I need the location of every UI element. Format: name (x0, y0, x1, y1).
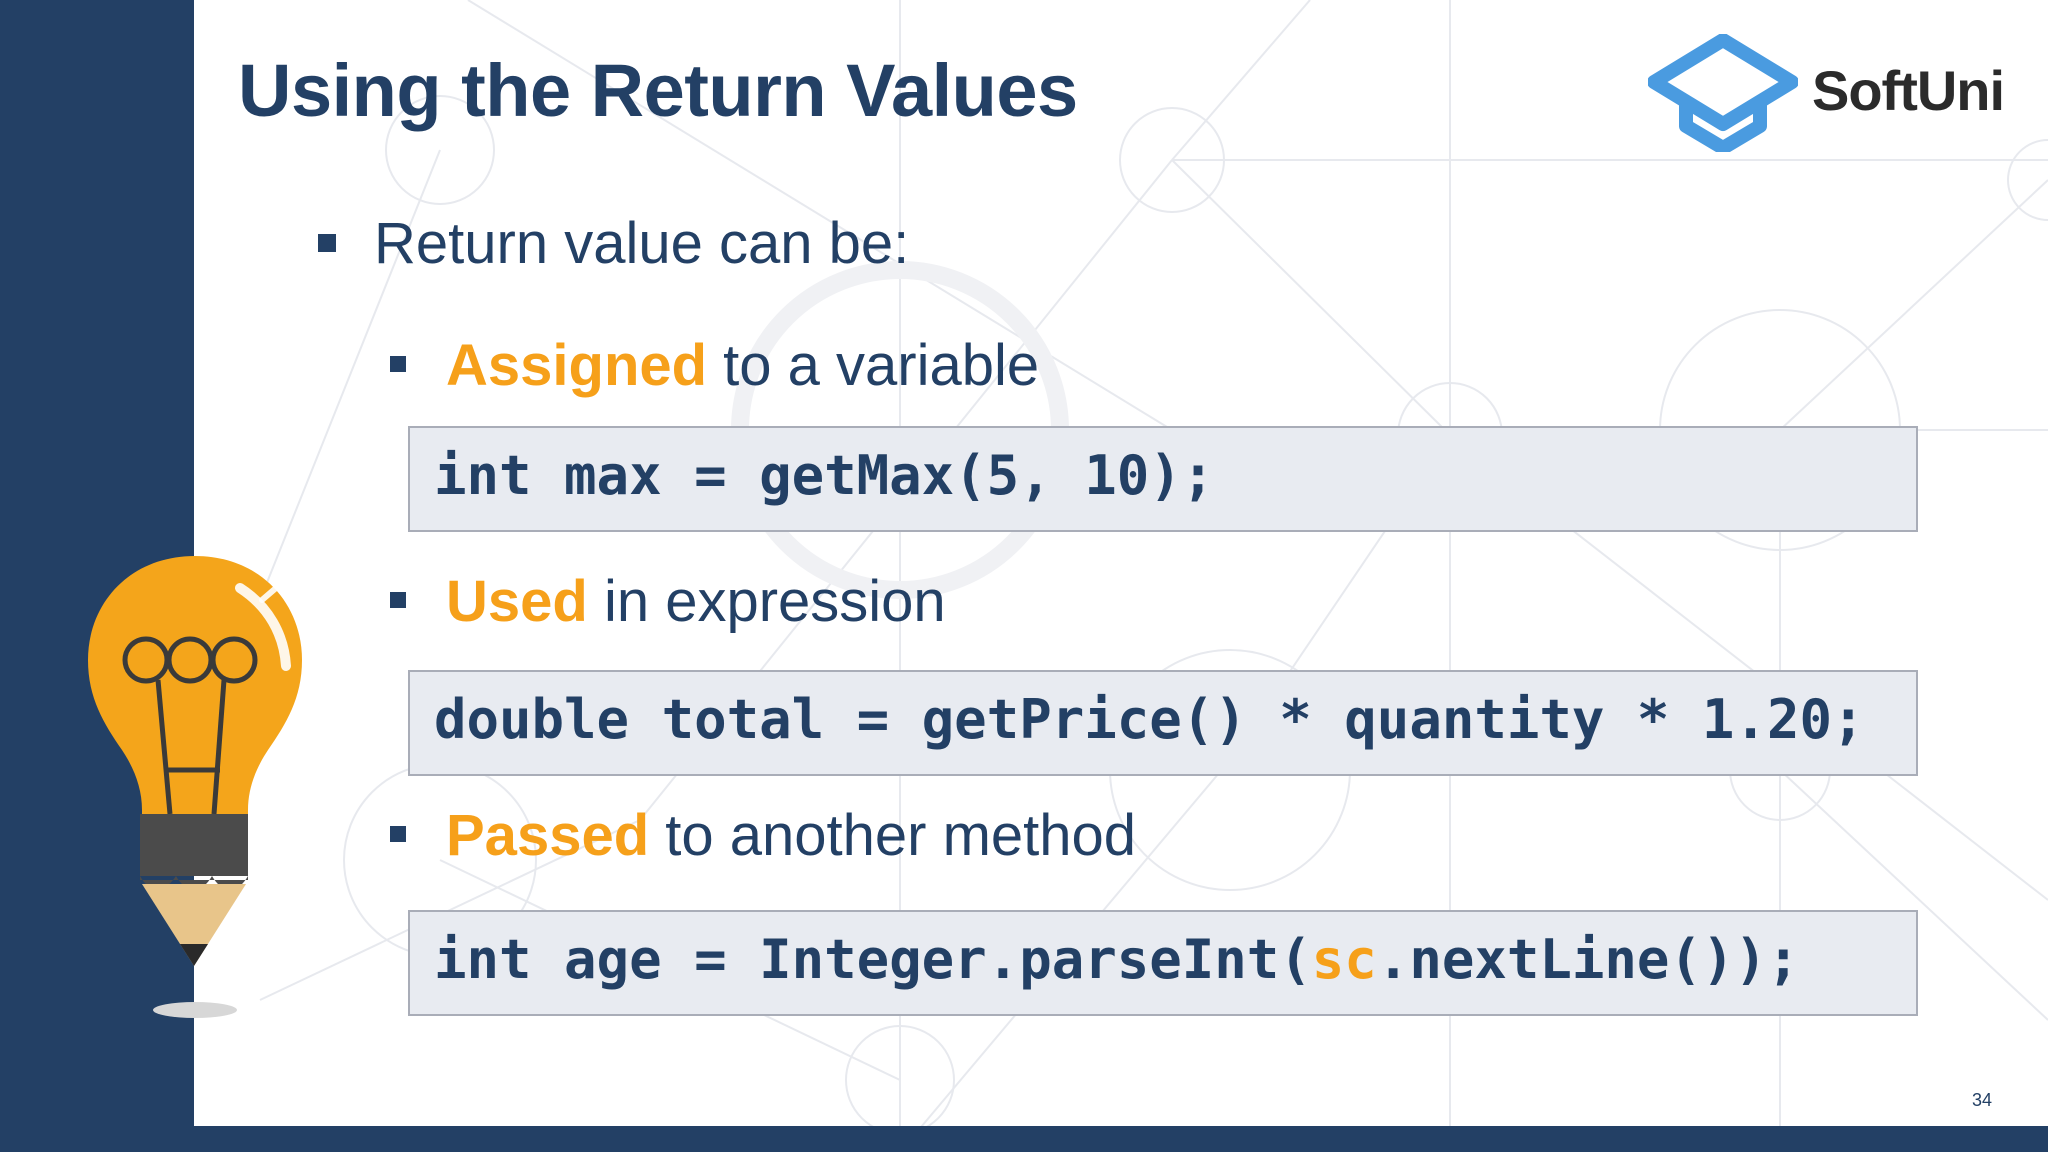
code-3-accent: sc (1311, 928, 1377, 991)
code-1: int max = getMax(5, 10); (434, 444, 1215, 507)
slide-title: Using the Return Values (238, 49, 1078, 132)
bullet-1-highlight: Assigned (446, 333, 708, 398)
bullet-2-text: Used in expression (446, 568, 946, 635)
code-3-after: .nextLine()); (1376, 928, 1800, 991)
graduation-cap-icon (1648, 34, 1798, 152)
slide: Using the Return Values SoftUni Return v… (0, 0, 2048, 1152)
code-2: double total = getPrice() * quantity * 1… (434, 688, 1865, 751)
logo-text: SoftUni (1812, 59, 2005, 122)
bullet-3-marker (390, 826, 406, 842)
bullet-main-text: Return value can be: (374, 211, 910, 276)
code-block-2: double total = getPrice() * quantity * 1… (408, 670, 1918, 776)
bullet-1-text: Assigned to a variable (446, 332, 1039, 399)
bullet-1-marker (390, 356, 406, 372)
bullet-2-marker (390, 592, 406, 608)
bullet-3-highlight: Passed (446, 803, 650, 868)
code-3-before: int age = Integer.parseInt( (434, 928, 1312, 991)
bullet-3-text: Passed to another method (446, 802, 1136, 869)
page-number: 34 (1972, 1090, 1993, 1110)
code-block-3: int age = Integer.parseInt(sc.nextLine()… (408, 910, 1918, 1016)
bullet-main-marker (318, 234, 336, 252)
lightbulb-pencil-icon (88, 556, 302, 1018)
softuni-logo[interactable]: SoftUni (1648, 34, 2018, 152)
code-3: int age = Integer.parseInt(sc.nextLine()… (434, 928, 1799, 991)
bullet-3-rest: to another method (649, 803, 1137, 868)
code-block-1: int max = getMax(5, 10); (408, 426, 1918, 532)
bottom-bar (0, 1126, 2048, 1152)
bullet-2-rest: in expression (587, 569, 946, 634)
bullet-2-highlight: Used (446, 569, 588, 634)
bullet-1-rest: to a variable (707, 333, 1040, 398)
